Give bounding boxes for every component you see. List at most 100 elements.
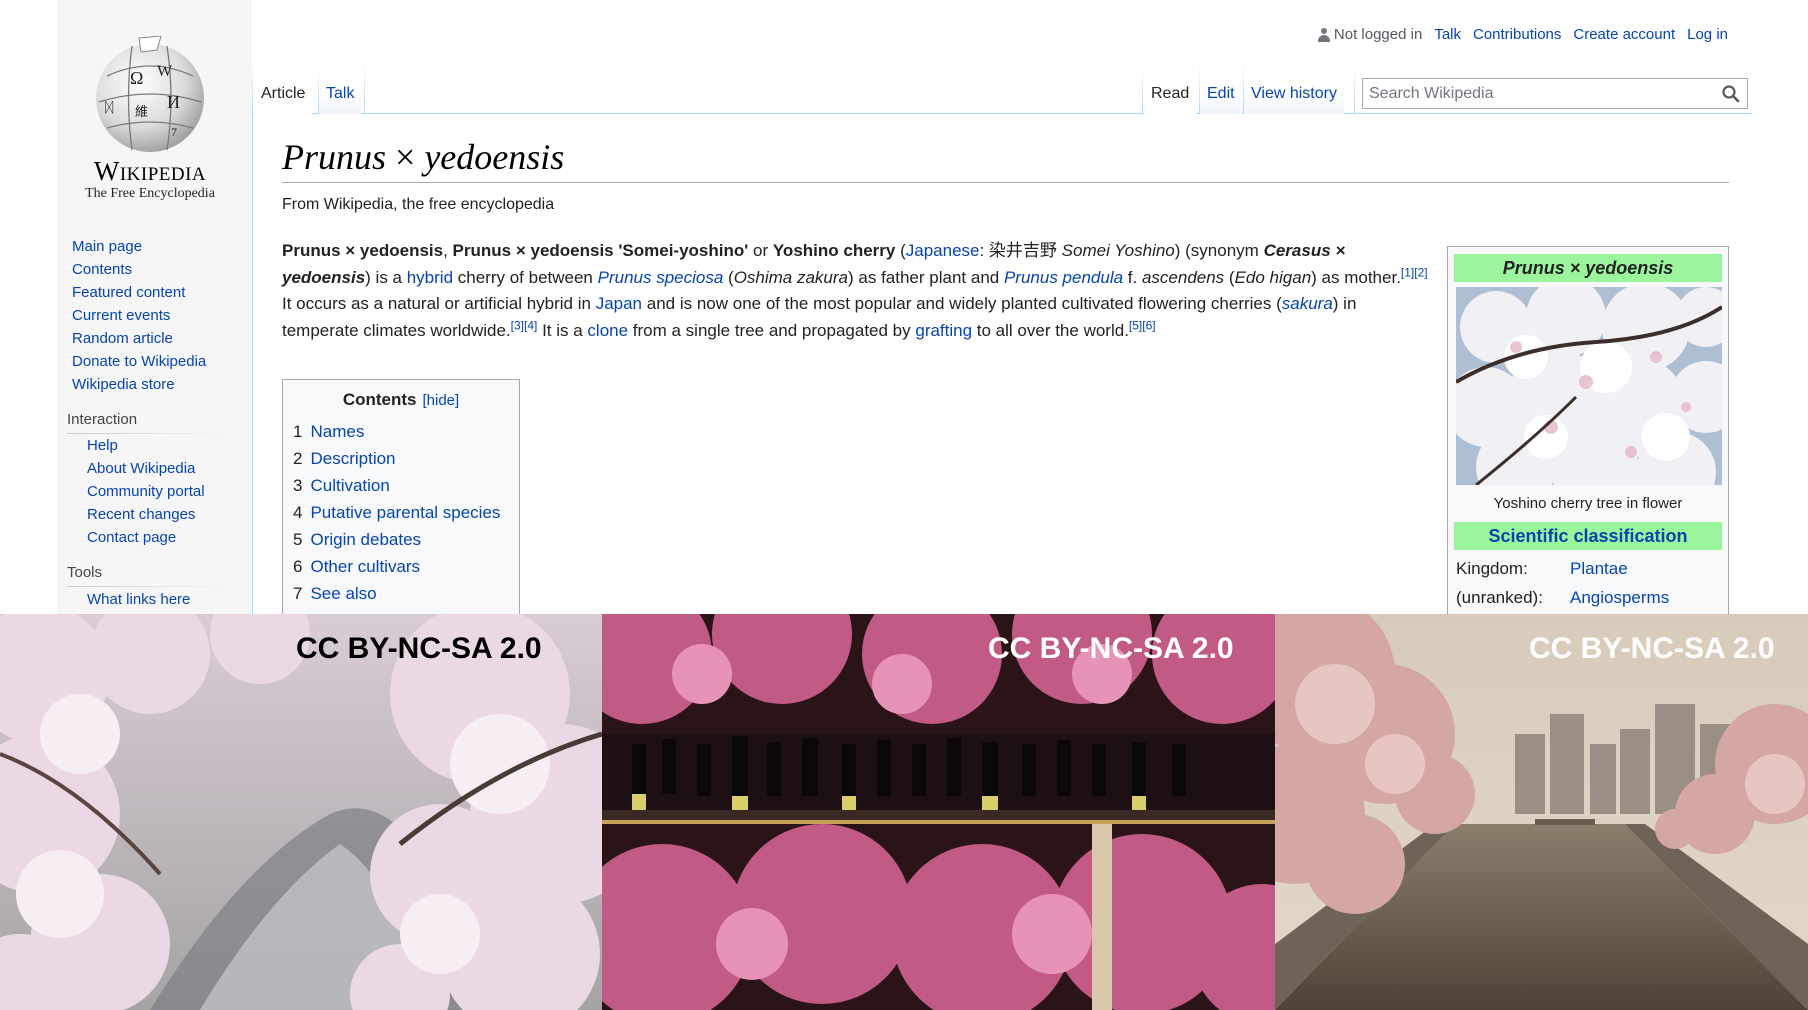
page-title: Prunus × yedoensis <box>282 136 564 178</box>
link-sakura[interactable]: sakura <box>1282 294 1333 313</box>
link-grafting[interactable]: grafting <box>915 321 972 340</box>
cherry-blossom-image <box>1456 287 1722 485</box>
toc-hide-toggle[interactable]: [hide] <box>422 392 459 409</box>
tab-article[interactable]: Article <box>254 64 313 114</box>
search-icon[interactable] <box>1721 84 1741 104</box>
globe-glyph-wei: 維 <box>135 104 148 119</box>
nav-main-page[interactable]: Main page <box>72 238 142 255</box>
lead-italic: ascendens <box>1141 267 1225 287</box>
lead-text: and is now one of the most popular and w… <box>642 294 1282 313</box>
globe-glyph-omega: Ω <box>130 68 143 88</box>
title-genus: Prunus <box>282 137 387 177</box>
nav-contact-page[interactable]: Contact page <box>87 529 176 546</box>
toc-number: 2 <box>293 449 303 468</box>
infobox-caption: Yoshino cherry tree in flower <box>1493 495 1683 512</box>
lead-bold-name: Prunus × yedoensis <box>452 241 614 260</box>
lead-text: cherry of between <box>453 267 598 287</box>
search-box <box>1362 78 1748 109</box>
nav-featured-content[interactable]: Featured content <box>72 284 185 301</box>
scientific-classification-link[interactable]: Scientific classification <box>1488 526 1687 546</box>
toc-title: Contents <box>342 390 417 409</box>
globe-glyph-w: W <box>157 63 173 80</box>
toc-link-description[interactable]: Description <box>310 449 395 468</box>
link-hybrid[interactable]: hybrid <box>407 268 453 287</box>
toc-item[interactable]: 1 Names <box>293 418 509 445</box>
toc-item[interactable]: 2 Description <box>293 445 509 472</box>
nav-about-wikipedia[interactable]: About Wikipedia <box>87 460 195 477</box>
toc-item[interactable]: 3 Cultivation <box>293 472 509 499</box>
citation-link[interactable]: [5][6] <box>1129 318 1156 332</box>
tab-separator <box>1142 64 1143 114</box>
tools-menu: What links here <box>87 588 190 611</box>
toc-number: 1 <box>293 422 303 441</box>
tab-view-history[interactable]: View history <box>1244 64 1344 114</box>
infobox-key: (unranked): <box>1456 588 1543 607</box>
link-angiosperms[interactable]: Angiosperms <box>1570 588 1669 607</box>
nav-wikipedia-store[interactable]: Wikipedia store <box>72 376 175 393</box>
toc-item[interactable]: 6 Other cultivars <box>293 553 509 580</box>
wikipedia-logo[interactable]: Ω W И 維 ᛞ 7 Wikipedia The Free Encyclope… <box>70 30 230 210</box>
infobox-image[interactable] <box>1456 287 1722 485</box>
title-times: × <box>395 137 416 177</box>
link-plantae[interactable]: Plantae <box>1570 559 1628 578</box>
wikipedia-page: Ω W И 維 ᛞ 7 Wikipedia The Free Encyclope… <box>0 0 1808 614</box>
toc-item[interactable]: 7 See also <box>293 580 509 607</box>
toc-link-other-cultivars[interactable]: Other cultivars <box>310 557 420 576</box>
lead-text: , <box>443 241 453 260</box>
photo-river-blossoms: CC BY-NC-SA 2.0 <box>0 614 602 1010</box>
link-japanese[interactable]: Japanese <box>906 241 980 260</box>
toc-link-names[interactable]: Names <box>310 422 364 441</box>
content-left-border <box>252 113 253 614</box>
create-account-link[interactable]: Create account <box>1573 26 1675 43</box>
toc-item[interactable]: 4 Putative parental species <box>293 499 509 526</box>
tab-read-label: Read <box>1151 85 1190 102</box>
tab-read[interactable]: Read <box>1144 64 1197 114</box>
lead-bold-common-name: Yoshino cherry <box>772 241 896 260</box>
toc-link-see-also[interactable]: See also <box>310 584 376 603</box>
nav-contents[interactable]: Contents <box>72 261 132 278</box>
link-prunus-pendula[interactable]: Prunus pendula <box>1004 268 1123 287</box>
toc-link-cultivation[interactable]: Cultivation <box>310 476 389 495</box>
link-prunus-speciosa[interactable]: Prunus speciosa <box>598 268 724 287</box>
personal-talk-link[interactable]: Talk <box>1434 26 1461 43</box>
tab-article-label: Article <box>261 85 306 102</box>
nav-what-links-here[interactable]: What links here <box>87 591 190 608</box>
tab-talk[interactable]: Talk <box>319 64 362 114</box>
nav-random-article[interactable]: Random article <box>72 330 173 347</box>
infobox-key: Kingdom: <box>1456 559 1528 578</box>
lead-text: ) as father plant and <box>848 267 1004 287</box>
citation-link[interactable]: [1][2] <box>1401 265 1428 279</box>
toc-link-putative-parental-species[interactable]: Putative parental species <box>310 503 500 522</box>
lead-italic: Oshima zakura <box>733 267 849 287</box>
nav-recent-changes[interactable]: Recent changes <box>87 506 195 523</box>
logo-tagline: The Free Encyclopedia <box>85 186 215 201</box>
lead-bold-name: Prunus × yedoensis <box>282 241 444 260</box>
contributions-link[interactable]: Contributions <box>1473 26 1561 43</box>
nav-donate[interactable]: Donate to Wikipedia <box>72 353 206 370</box>
toc-number: 3 <box>293 476 303 495</box>
tab-edit[interactable]: Edit <box>1200 64 1242 114</box>
table-of-contents: Contents [hide] 1 Names 2 Description 3 Cult… <box>282 379 520 614</box>
link-clone[interactable]: clone <box>587 321 628 340</box>
nav-community-portal[interactable]: Community portal <box>87 483 205 500</box>
lead-bold-cultivar: 'Somei-yoshino' <box>613 241 749 260</box>
personal-tools: Not logged in Talk Contributions Create … <box>1317 26 1728 43</box>
toc-link-origin-debates[interactable]: Origin debates <box>310 530 421 549</box>
infobox-section-header: Scientific classification <box>1454 522 1722 550</box>
toc-item[interactable]: 5 Origin debates <box>293 526 509 553</box>
lead-text: ( <box>895 241 906 260</box>
site-subtitle: From Wikipedia, the free encyclopedia <box>282 196 555 213</box>
lead-text: to all over the world. <box>972 320 1129 340</box>
globe-glyph-seven: 7 <box>171 125 177 139</box>
lead-text: or <box>748 241 773 260</box>
log-in-link[interactable]: Log in <box>1687 26 1728 43</box>
lead-paragraph: Prunus × yedoensis, Prunus × yedoensis '… <box>282 238 1430 344</box>
user-icon <box>1317 28 1330 43</box>
link-japan[interactable]: Japan <box>596 294 642 313</box>
toc-header: Contents [hide] <box>293 390 509 410</box>
search-input[interactable] <box>1367 79 1711 109</box>
citation-link[interactable]: [3][4] <box>511 318 538 332</box>
license-label: CC BY-NC-SA 2.0 <box>296 632 542 665</box>
nav-current-events[interactable]: Current events <box>72 307 170 324</box>
nav-help[interactable]: Help <box>87 437 118 454</box>
